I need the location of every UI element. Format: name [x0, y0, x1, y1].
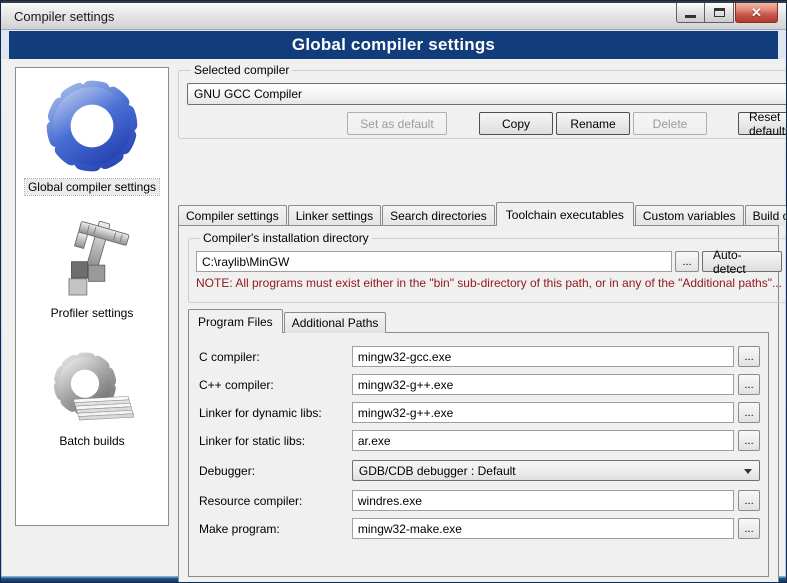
- c-compiler-row: C compiler: mingw32-gcc.exe ...: [199, 346, 760, 367]
- compiler-settings-dialog: Compiler settings ✕ Global compiler sett…: [0, 0, 787, 583]
- close-button[interactable]: ✕: [735, 3, 778, 23]
- dialog-header: Global compiler settings: [9, 31, 778, 59]
- c-compiler-input[interactable]: mingw32-gcc.exe: [352, 346, 734, 367]
- blue-gear-icon: [40, 76, 144, 176]
- copy-button[interactable]: Copy: [479, 112, 553, 135]
- caliper-icon: [51, 218, 133, 302]
- delete-button[interactable]: Delete: [633, 112, 707, 135]
- resource-compiler-input[interactable]: windres.exe: [352, 490, 734, 511]
- sidebar-item-label: Global compiler settings: [25, 179, 159, 195]
- gray-gear-papers-icon: [48, 348, 136, 430]
- resource-compiler-row: Resource compiler: windres.exe ...: [199, 490, 760, 511]
- dialog-body: Global compiler settings: [2, 59, 785, 576]
- resource-compiler-browse-button[interactable]: ...: [738, 490, 760, 511]
- tab-linker-settings[interactable]: Linker settings: [288, 205, 381, 226]
- titlebar: Compiler settings ✕: [1, 1, 786, 30]
- program-files-page: C compiler: mingw32-gcc.exe ... C++ comp…: [188, 332, 769, 577]
- window-title: Compiler settings: [14, 9, 114, 24]
- c-compiler-browse-button[interactable]: ...: [738, 346, 760, 367]
- minimize-button[interactable]: [676, 3, 705, 23]
- tab-compiler-settings[interactable]: Compiler settings: [178, 205, 287, 226]
- tab-additional-paths[interactable]: Additional Paths: [284, 312, 387, 333]
- sidebar-item-label: Batch builds: [56, 433, 127, 449]
- main-tabstrip: Compiler settings Linker settings Search…: [178, 202, 779, 226]
- maximize-button[interactable]: [705, 3, 734, 23]
- debugger-select[interactable]: GDB/CDB debugger : Default: [352, 460, 760, 481]
- cpp-compiler-browse-button[interactable]: ...: [738, 374, 760, 395]
- debugger-label: Debugger:: [199, 464, 352, 478]
- compiler-select[interactable]: GNU GCC Compiler: [187, 83, 787, 105]
- make-program-label: Make program:: [199, 522, 352, 536]
- sidebar-item-batch-builds[interactable]: Batch builds: [47, 347, 137, 449]
- tab-build-options[interactable]: Build options: [745, 205, 787, 226]
- sidebar-item-global-compiler-settings[interactable]: Global compiler settings: [25, 74, 159, 195]
- cpp-compiler-input[interactable]: mingw32-g++.exe: [352, 374, 734, 395]
- dynamic-linker-row: Linker for dynamic libs: mingw32-g++.exe…: [199, 402, 760, 423]
- sidebar-item-profiler-settings[interactable]: Profiler settings: [48, 217, 137, 321]
- program-tabstrip: Program Files Additional Paths: [188, 310, 387, 333]
- auto-detect-button[interactable]: Auto-detect: [702, 251, 782, 272]
- settings-content: Selected compiler GNU GCC Compiler Set a…: [178, 59, 779, 583]
- install-dir-browse-button[interactable]: ...: [675, 251, 699, 272]
- dynamic-linker-browse-button[interactable]: ...: [738, 402, 760, 423]
- compiler-select-value: GNU GCC Compiler: [194, 87, 302, 101]
- install-dir-group-label: Compiler's installation directory: [200, 231, 372, 245]
- tab-search-directories[interactable]: Search directories: [382, 205, 495, 226]
- set-as-default-button[interactable]: Set as default: [347, 112, 447, 135]
- debugger-row: Debugger: GDB/CDB debugger : Default: [199, 460, 760, 481]
- dynamic-linker-input[interactable]: mingw32-g++.exe: [352, 402, 734, 423]
- cpp-compiler-label: C++ compiler:: [199, 378, 352, 392]
- tab-custom-variables[interactable]: Custom variables: [635, 205, 744, 226]
- maximize-icon: [714, 8, 725, 17]
- close-icon: ✕: [751, 5, 762, 21]
- install-dir-input[interactable]: C:\raylib\MinGW: [196, 251, 672, 272]
- tab-program-files[interactable]: Program Files: [188, 309, 283, 333]
- reset-defaults-button[interactable]: Reset defaults: [738, 112, 787, 135]
- static-linker-browse-button[interactable]: ...: [738, 430, 760, 451]
- selected-compiler-group-label: Selected compiler: [191, 63, 292, 77]
- c-compiler-label: C compiler:: [199, 350, 352, 364]
- make-program-input[interactable]: mingw32-make.exe: [352, 518, 734, 539]
- debugger-select-value: GDB/CDB debugger : Default: [359, 464, 516, 478]
- sidebar-item-label: Profiler settings: [48, 305, 137, 321]
- static-linker-row: Linker for static libs: ar.exe ...: [199, 430, 760, 451]
- dynamic-linker-label: Linker for dynamic libs:: [199, 406, 352, 420]
- chevron-down-icon: [744, 469, 752, 474]
- toolchain-executables-page: Compiler's installation directory C:\ray…: [178, 225, 779, 583]
- minimize-icon: [685, 15, 696, 18]
- cpp-compiler-row: C++ compiler: mingw32-g++.exe ...: [199, 374, 760, 395]
- page-title: Global compiler settings: [292, 35, 495, 55]
- static-linker-input[interactable]: ar.exe: [352, 430, 734, 451]
- tab-toolchain-executables[interactable]: Toolchain executables: [496, 202, 634, 226]
- settings-category-list: Global compiler settings: [15, 67, 169, 526]
- static-linker-label: Linker for static libs:: [199, 434, 352, 448]
- rename-button[interactable]: Rename: [556, 112, 630, 135]
- install-dir-group: Compiler's installation directory C:\ray…: [188, 231, 787, 303]
- selected-compiler-group: Selected compiler GNU GCC Compiler Set a…: [178, 63, 787, 139]
- resource-compiler-label: Resource compiler:: [199, 494, 352, 508]
- make-program-browse-button[interactable]: ...: [738, 518, 760, 539]
- make-program-row: Make program: mingw32-make.exe ...: [199, 518, 760, 539]
- install-dir-note: NOTE: All programs must exist either in …: [196, 276, 782, 290]
